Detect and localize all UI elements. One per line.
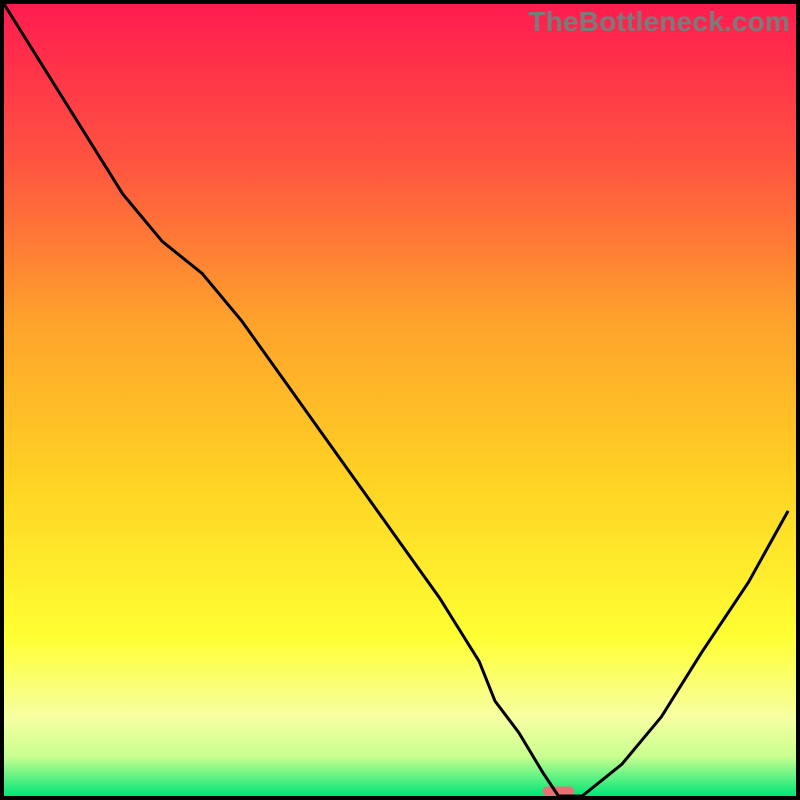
gradient-background bbox=[4, 4, 796, 796]
chart-frame: TheBottleneck.com bbox=[0, 0, 800, 800]
bottleneck-chart bbox=[4, 4, 796, 796]
watermark-label: TheBottleneck.com bbox=[528, 6, 790, 38]
chart-layer bbox=[4, 4, 796, 796]
